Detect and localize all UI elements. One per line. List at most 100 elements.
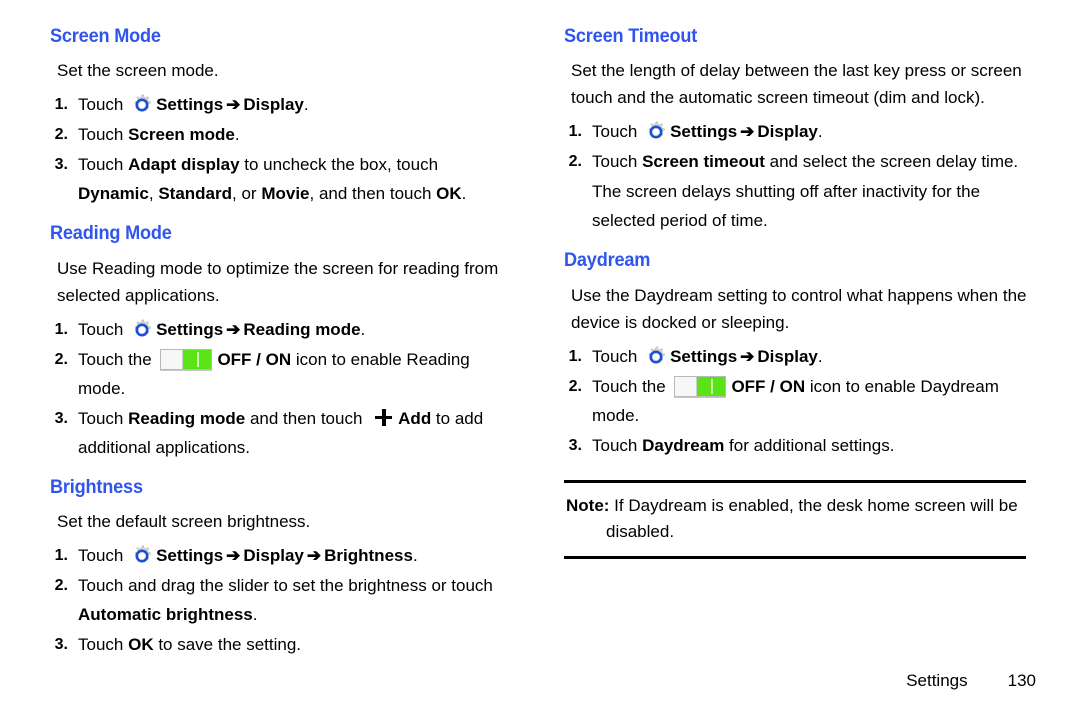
step-item: The screen delays shutting off after ina… bbox=[558, 177, 1028, 235]
step-emphasis: Display bbox=[243, 95, 304, 115]
section-heading: Screen Mode bbox=[50, 25, 161, 47]
step-text: Touch and drag the slider to set the bri… bbox=[78, 576, 493, 596]
off-on-toggle-icon bbox=[160, 348, 213, 370]
step-emphasis: OFF / ON bbox=[217, 349, 292, 369]
step-number: 1. bbox=[54, 96, 68, 114]
step-content: Touch Daydream for additional settings. bbox=[592, 431, 1028, 460]
step-emphasis: Adapt display bbox=[128, 155, 240, 175]
step-number: 2. bbox=[568, 153, 582, 171]
step-text: . bbox=[817, 346, 823, 366]
step-content: Touch Adapt display to uncheck the box, … bbox=[78, 150, 514, 208]
section-intro-text: Set the screen mode. bbox=[57, 61, 219, 81]
right-arrow-icon: ➔ bbox=[226, 319, 241, 339]
step-emphasis: Daydream bbox=[642, 435, 725, 455]
step-emphasis: OFF / ON bbox=[731, 376, 806, 396]
note-box: Note: If Daydream is enabled, the desk h… bbox=[564, 479, 1026, 559]
step-text: Touch the bbox=[592, 376, 671, 396]
step-text: , or bbox=[232, 184, 262, 204]
step-item: 2. Touch the OFF / ON icon to enable Read… bbox=[44, 345, 514, 403]
manual-section: Screen Timeout Set the length of delay be… bbox=[558, 25, 1028, 235]
step-number: 1. bbox=[54, 547, 68, 565]
step-text: . bbox=[303, 95, 309, 115]
step-text: Touch bbox=[78, 155, 129, 175]
step-text: Touch bbox=[592, 435, 643, 455]
off-on-toggle-icon bbox=[674, 375, 727, 397]
manual-section: Daydream Use the Daydream setting to cont… bbox=[558, 249, 1028, 460]
step-item: 1. Touch Settings ➔ Reading mode. bbox=[44, 315, 514, 344]
step-item: 2. Touch and drag the slider to set the b… bbox=[44, 571, 514, 629]
manual-section: Reading Mode Use Reading mode to optimize… bbox=[44, 222, 514, 462]
step-item: 3. Touch Reading mode and then touch Add … bbox=[44, 404, 514, 462]
step-content: Touch Settings ➔ Reading mode. bbox=[78, 315, 514, 344]
step-emphasis: Settings bbox=[670, 346, 738, 366]
two-column-layout: Screen Mode Set the screen mode. 1. Touch S… bbox=[44, 25, 1036, 660]
step-emphasis: Screen timeout bbox=[642, 152, 765, 172]
step-emphasis: Screen mode bbox=[128, 125, 235, 145]
step-emphasis: Display bbox=[757, 346, 818, 366]
step-content: Touch Settings ➔ Display. bbox=[592, 342, 1028, 371]
step-text: Touch bbox=[78, 319, 129, 339]
step-number: 1. bbox=[568, 347, 582, 365]
step-text: Touch bbox=[592, 152, 643, 172]
step-list: 1. Touch Settings ➔ Display. 2. Touch the OFF… bbox=[558, 342, 1028, 460]
section-intro-text: Set the default screen brightness. bbox=[57, 512, 311, 532]
step-content: Touch Settings ➔ Display ➔ Brightness. bbox=[78, 541, 514, 570]
right-arrow-icon: ➔ bbox=[306, 546, 322, 566]
step-emphasis: Reading mode bbox=[243, 319, 361, 339]
step-item: 1. Touch Settings ➔ Display ➔ Brightness. bbox=[44, 541, 514, 570]
step-list: 1. Touch Settings ➔ Display. 2. Touch Screen … bbox=[44, 90, 514, 208]
step-number: 3. bbox=[54, 409, 68, 427]
step-content: Touch and drag the slider to set the bri… bbox=[78, 571, 514, 629]
section-intro-text: Use Reading mode to optimize the screen … bbox=[57, 258, 499, 305]
section-heading: Daydream bbox=[564, 249, 651, 272]
step-content: Touch Reading mode and then touch Add to… bbox=[78, 404, 514, 462]
manual-section: Screen Mode Set the screen mode. 1. Touch S… bbox=[44, 25, 514, 208]
right-arrow-icon: ➔ bbox=[740, 346, 755, 366]
footer-page-number: 130 bbox=[1007, 671, 1036, 690]
step-emphasis: Display bbox=[757, 122, 818, 142]
step-emphasis: Display bbox=[243, 546, 304, 566]
step-content: Touch Settings ➔ Display. bbox=[78, 90, 514, 119]
settings-gear-icon bbox=[131, 545, 153, 567]
step-emphasis: Movie bbox=[261, 184, 310, 204]
right-arrow-icon: ➔ bbox=[740, 122, 755, 142]
note-text-two: disabled. bbox=[606, 521, 675, 541]
step-emphasis: Settings bbox=[156, 546, 224, 566]
step-number: 3. bbox=[54, 156, 68, 174]
step-text: for additional settings. bbox=[724, 435, 895, 455]
step-content: Touch Screen timeout and select the scre… bbox=[592, 147, 1028, 176]
note-text-one: If Daydream is enabled, the desk home sc… bbox=[609, 495, 1018, 515]
right-arrow-icon: ➔ bbox=[226, 95, 241, 115]
step-text: . bbox=[412, 546, 418, 566]
step-content: Touch Screen mode. bbox=[78, 120, 514, 149]
step-text: . bbox=[817, 122, 823, 142]
left-column: Screen Mode Set the screen mode. 1. Touch S… bbox=[44, 25, 514, 660]
step-item: 1. Touch Settings ➔ Display. bbox=[558, 117, 1028, 146]
step-number: 2. bbox=[54, 577, 68, 595]
right-column: Screen Timeout Set the length of delay be… bbox=[558, 25, 1028, 559]
step-list: 1. Touch Settings ➔ Reading mode. 2. Touch th… bbox=[44, 315, 514, 462]
toggle-knob-line bbox=[711, 378, 714, 394]
footer-section-label: Settings bbox=[906, 671, 968, 690]
right-arrow-icon: ➔ bbox=[226, 546, 241, 566]
step-text: . bbox=[461, 184, 467, 204]
settings-gear-icon bbox=[131, 94, 153, 116]
page-footer: Settings 130 bbox=[906, 671, 1036, 691]
step-number: 1. bbox=[568, 123, 582, 141]
step-text: Touch bbox=[592, 346, 643, 366]
step-text: Touch bbox=[78, 125, 129, 145]
step-list: 1. Touch Settings ➔ Display ➔ Brightness. 2. To… bbox=[44, 541, 514, 659]
settings-gear-icon bbox=[645, 346, 667, 368]
manual-page: Screen Mode Set the screen mode. 1. Touch S… bbox=[0, 0, 1080, 720]
step-text: Touch bbox=[78, 546, 129, 566]
step-item: 2. Touch Screen timeout and select the sc… bbox=[558, 147, 1028, 176]
step-text: Touch bbox=[78, 635, 129, 655]
step-content: Touch the OFF / ON icon to enable Readin… bbox=[78, 345, 514, 403]
step-content: Touch the OFF / ON icon to enable Daydre… bbox=[592, 372, 1028, 430]
settings-gear-icon bbox=[131, 319, 153, 341]
step-item: 3. Touch Adapt display to uncheck the box… bbox=[44, 150, 514, 208]
step-text: , and then touch bbox=[309, 184, 437, 204]
step-number: 1. bbox=[54, 320, 68, 338]
step-text: , bbox=[148, 184, 159, 204]
step-text: Touch bbox=[592, 122, 643, 142]
